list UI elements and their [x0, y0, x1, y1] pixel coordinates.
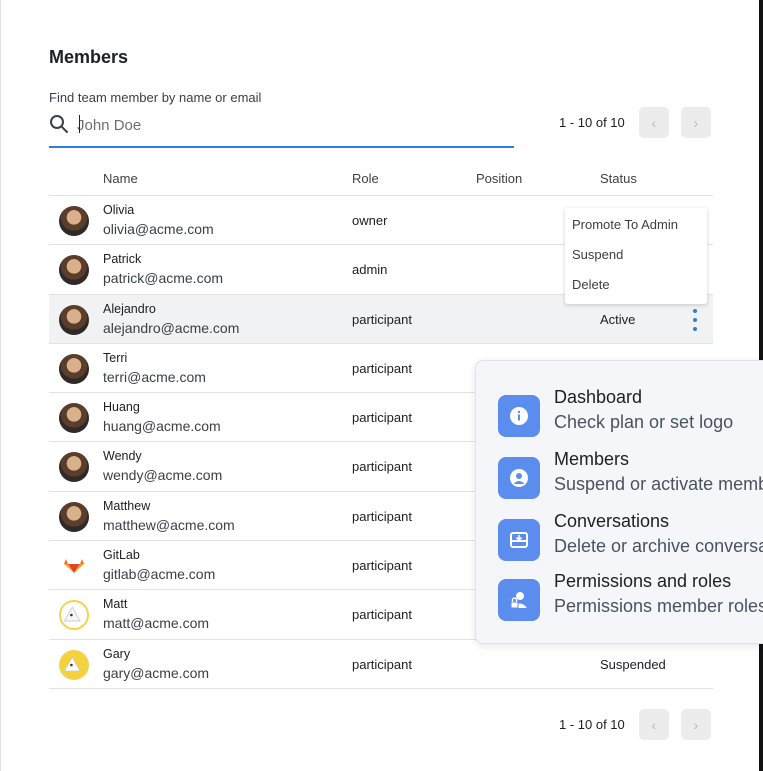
header-status[interactable]: Status: [600, 171, 637, 186]
member-name: Patrick: [103, 252, 142, 267]
member-email: alejandro@acme.com: [103, 319, 240, 336]
pagination-count: 1 - 10 of 10: [559, 717, 625, 732]
member-name: Terri: [103, 350, 128, 365]
nav-item-conversations[interactable]: Conversations Delete or archive conversa…: [476, 511, 763, 567]
nav-item-dashboard[interactable]: Dashboard Check plan or set logo: [476, 387, 763, 443]
avatar: [59, 649, 89, 680]
member-role: participant: [352, 558, 412, 574]
user-lock-icon: [498, 579, 540, 621]
member-role: admin: [352, 262, 388, 278]
search-icon: [50, 115, 68, 133]
prev-page-button[interactable]: ‹: [638, 709, 669, 740]
avatar: [59, 255, 89, 286]
member-name: Alejandro: [103, 301, 156, 316]
nav-item-title: Conversations: [554, 511, 670, 531]
member-role: participant: [352, 360, 412, 376]
search-label: Find team member by name or email: [49, 90, 262, 105]
chevron-right-icon: ›: [693, 114, 699, 131]
menu-item-delete[interactable]: Delete: [572, 277, 610, 292]
member-email: olivia@acme.com: [103, 221, 214, 237]
page-title: Members: [49, 47, 129, 67]
pagination-count: 1 - 10 of 10: [559, 115, 625, 130]
member-role: participant: [352, 656, 412, 672]
member-email: patrick@acme.com: [103, 270, 224, 287]
header-role[interactable]: Role: [352, 171, 379, 186]
chevron-right-icon: ›: [693, 716, 699, 733]
nav-item-description: Delete or archive conversat: [554, 536, 763, 556]
settings-nav-popover: Dashboard Check plan or set logo Members…: [475, 360, 763, 644]
avatar: [59, 353, 89, 384]
pagination-top: 1 - 10 of 10 ‹ ›: [559, 107, 723, 138]
member-email: matthew@acme.com: [103, 516, 235, 533]
menu-item-promote-to-admin[interactable]: Promote To Admin: [572, 217, 678, 232]
member-email: wendy@acme.com: [103, 467, 223, 484]
avatar: [59, 206, 89, 236]
avatar: [59, 452, 89, 483]
member-name: Wendy: [103, 449, 142, 464]
member-email: gitlab@acme.com: [103, 566, 216, 583]
header-name[interactable]: Name: [103, 171, 138, 186]
avatar: [59, 403, 89, 434]
next-page-button[interactable]: ›: [680, 107, 711, 138]
more-options-icon[interactable]: [688, 308, 702, 331]
member-role: participant: [352, 508, 412, 524]
info-icon: [498, 395, 540, 437]
member-name: Huang: [103, 400, 140, 415]
nav-item-title: Dashboard: [554, 387, 643, 407]
member-email: huang@acme.com: [103, 418, 221, 435]
header-position[interactable]: Position: [476, 171, 522, 186]
search-field[interactable]: [49, 110, 514, 148]
user-icon: [498, 457, 540, 499]
member-name: Olivia: [103, 203, 135, 217]
member-actions-menu: Promote To Admin Suspend Delete: [565, 208, 707, 304]
prev-page-button[interactable]: ‹: [638, 107, 669, 138]
avatar: [59, 304, 89, 335]
inbox-icon: [498, 519, 540, 561]
nav-item-description: Check plan or set logo: [554, 412, 734, 432]
table-row[interactable]: Gary gary@acme.com participant Suspended: [49, 640, 713, 689]
member-status: Active: [600, 311, 636, 327]
member-role: participant: [352, 311, 412, 327]
nav-item-permissions[interactable]: Permissions and roles Permissions member…: [476, 571, 763, 627]
menu-item-suspend[interactable]: Suspend: [572, 247, 623, 262]
nav-item-title: Members: [554, 449, 630, 469]
gitlab-logo-icon: [59, 551, 89, 582]
member-email: terri@acme.com: [103, 368, 206, 385]
member-name: Matt: [103, 597, 128, 612]
nav-item-title: Permissions and roles: [554, 571, 732, 591]
member-role: participant: [352, 459, 412, 475]
nav-item-description: Permissions member roles: [554, 596, 763, 616]
avatar: [59, 600, 89, 631]
member-role: participant: [352, 607, 412, 623]
member-status: Suspended: [600, 656, 666, 672]
text-cursor: [79, 115, 80, 133]
chevron-left-icon: ‹: [651, 716, 657, 733]
pagination-bottom: 1 - 10 of 10 ‹ ›: [559, 709, 723, 740]
member-role: owner: [352, 213, 388, 228]
next-page-button[interactable]: ›: [680, 709, 711, 740]
member-name: Gary: [103, 646, 131, 661]
member-email: matt@acme.com: [103, 615, 210, 632]
member-role: participant: [352, 410, 412, 426]
member-email: gary@acme.com: [103, 664, 210, 681]
member-name: GitLab: [103, 548, 140, 563]
chevron-left-icon: ‹: [651, 114, 657, 131]
nav-item-members[interactable]: Members Suspend or activate memb: [476, 449, 763, 505]
member-name: Matthew: [103, 498, 151, 513]
left-border: [0, 0, 1, 771]
nav-item-description: Suspend or activate memb: [554, 474, 763, 494]
table-header: Name Role Position Status: [49, 171, 713, 196]
search-input[interactable]: [77, 112, 497, 138]
avatar: [59, 501, 89, 532]
